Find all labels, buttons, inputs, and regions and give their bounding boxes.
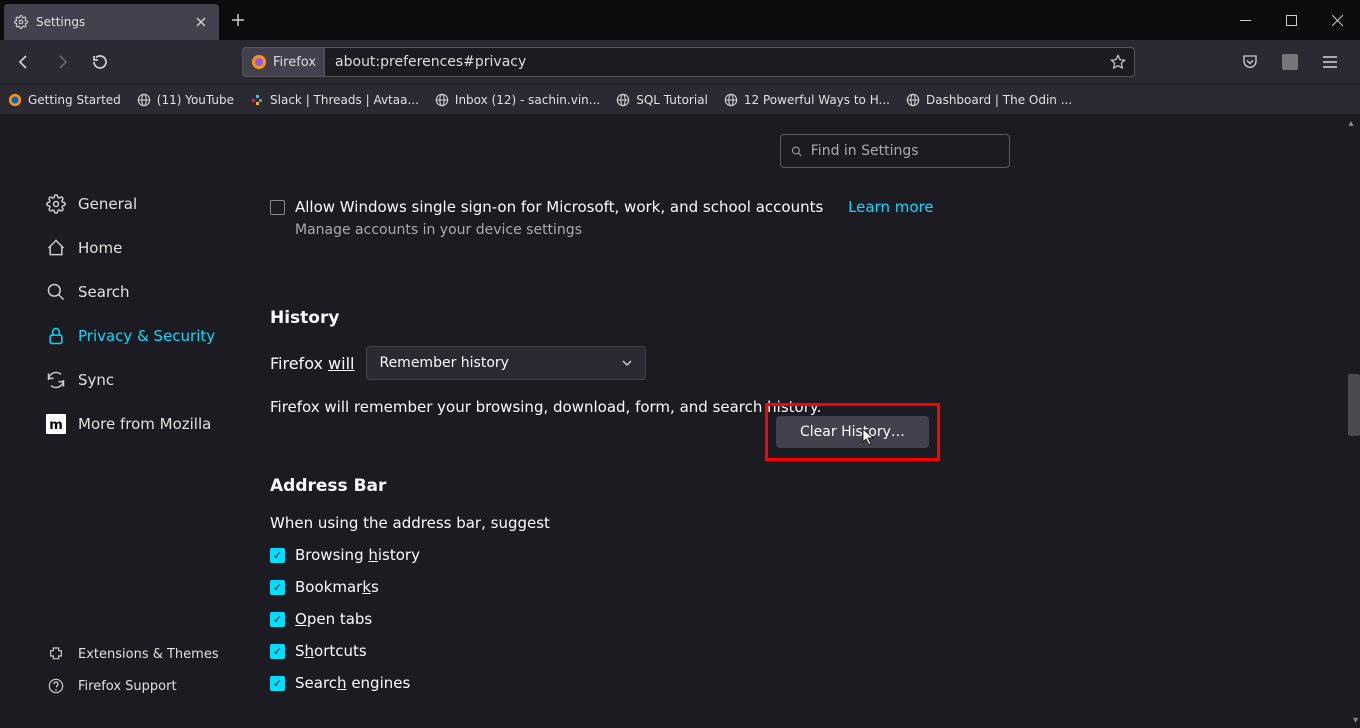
globe-icon (137, 93, 151, 107)
sidebar-item-label: Sync (78, 371, 114, 389)
sidebar-item-more[interactable]: m More from Mozilla (40, 404, 234, 444)
suggest-engines-checkbox[interactable] (270, 676, 285, 691)
gear-icon (46, 194, 66, 214)
sso-checkbox[interactable] (270, 200, 285, 215)
learn-more-link[interactable]: Learn more (848, 198, 934, 216)
history-mode-dropdown[interactable]: Remember history (366, 346, 646, 380)
minimize-button[interactable] (1222, 0, 1268, 40)
sidebar-item-label: More from Mozilla (78, 415, 211, 433)
mozilla-icon: m (46, 414, 66, 434)
settings-sidebar: General Home Search Privacy & Security S… (0, 114, 250, 728)
content: ▴ ▾ General Home Search Privacy & Securi… (0, 114, 1360, 728)
checkbox-label: Shortcuts (295, 642, 367, 660)
checkbox-label: Browsing history (295, 546, 420, 564)
help-icon (46, 676, 66, 696)
sidebar-item-home[interactable]: Home (40, 228, 234, 268)
sync-icon (46, 370, 66, 390)
url-text: about:preferences#privacy (335, 54, 526, 70)
close-window-button[interactable] (1314, 0, 1360, 40)
sidebar-extensions[interactable]: Extensions & Themes (40, 638, 234, 670)
highlight-annotation: Clear History… (765, 403, 940, 461)
suggest-history-checkbox[interactable] (270, 548, 285, 563)
browser-tab[interactable]: Settings (4, 4, 219, 40)
firefox-icon (8, 93, 22, 107)
reload-button[interactable] (84, 46, 116, 78)
settings-search-input[interactable] (811, 143, 999, 159)
menu-icon[interactable] (1316, 48, 1344, 76)
puzzle-icon (46, 644, 66, 664)
sidebar-item-label: Home (78, 239, 122, 257)
dropdown-value: Remember history (379, 355, 508, 371)
bookmark-item[interactable]: SQL Tutorial (616, 93, 708, 107)
identity-label: Firefox (273, 55, 316, 70)
sso-label: Allow Windows single sign-on for Microso… (295, 198, 823, 216)
sidebar-item-search[interactable]: Search (40, 272, 234, 312)
sidebar-item-label: General (78, 195, 137, 213)
globe-icon (724, 93, 738, 107)
bookmark-item[interactable]: 12 Powerful Ways to H... (724, 93, 890, 107)
close-tab-button[interactable] (193, 14, 209, 30)
globe-icon (616, 93, 630, 107)
sidebar-item-label: Privacy & Security (78, 327, 215, 345)
sidebar-item-label: Firefox Support (78, 679, 177, 694)
svg-text:m: m (49, 418, 63, 433)
lock-icon (46, 326, 66, 346)
history-description: Firefox will remember your browsing, dow… (270, 398, 821, 416)
sidebar-item-sync[interactable]: Sync (40, 360, 234, 400)
nav-toolbar: Firefox about:preferences#privacy (0, 40, 1360, 84)
window-controls (1222, 0, 1360, 40)
address-bar-subtext: When using the address bar, suggest (270, 514, 1340, 532)
bookmark-star-icon[interactable] (1110, 54, 1126, 70)
titlebar: Settings (0, 0, 1360, 40)
checkbox-label: Bookmarks (295, 578, 379, 596)
clear-history-button[interactable]: Clear History… (776, 416, 929, 448)
sidebar-item-label: Extensions & Themes (78, 647, 219, 662)
pocket-icon[interactable] (1236, 48, 1264, 76)
bookmark-item[interactable]: Inbox (12) - sachin.vin... (435, 93, 600, 107)
checkbox-label: Search engines (295, 674, 410, 692)
slack-icon (250, 93, 264, 107)
tab-title: Settings (36, 15, 185, 29)
globe-icon (435, 93, 449, 107)
bookmark-item[interactable]: Slack | Threads | Avtaa... (250, 93, 419, 107)
home-icon (46, 238, 66, 258)
address-bar-heading: Address Bar (270, 476, 1340, 496)
firefox-icon (251, 54, 267, 70)
sidebar-item-general[interactable]: General (40, 184, 234, 224)
sidebar-item-label: Search (78, 283, 130, 301)
chevron-down-icon (621, 357, 633, 369)
bookmark-item[interactable]: (11) YouTube (137, 93, 234, 107)
bookmarks-toolbar: Getting Started (11) YouTube Slack | Thr… (0, 84, 1360, 114)
search-icon (791, 145, 803, 158)
sidebar-item-privacy[interactable]: Privacy & Security (40, 316, 234, 356)
globe-icon (906, 93, 920, 107)
back-button[interactable] (8, 46, 40, 78)
gear-icon (14, 15, 28, 29)
history-heading: History (270, 308, 1340, 328)
settings-search[interactable] (780, 134, 1010, 168)
sidebar-support[interactable]: Firefox Support (40, 670, 234, 702)
history-prefix: Firefox will (270, 354, 354, 373)
search-icon (46, 282, 66, 302)
suggest-shortcuts-checkbox[interactable] (270, 644, 285, 659)
maximize-button[interactable] (1268, 0, 1314, 40)
checkbox-label: Open tabs (295, 610, 372, 628)
bookmark-item[interactable]: Getting Started (8, 93, 121, 107)
url-bar[interactable]: about:preferences#privacy (325, 47, 1135, 77)
account-icon[interactable] (1276, 48, 1304, 76)
forward-button[interactable] (46, 46, 78, 78)
suggest-bookmarks-checkbox[interactable] (270, 580, 285, 595)
bookmark-item[interactable]: Dashboard | The Odin ... (906, 93, 1072, 107)
settings-main: Allow Windows single sign-on for Microso… (250, 114, 1360, 728)
new-tab-button[interactable] (231, 13, 245, 27)
sso-subtext: Manage accounts in your device settings (295, 222, 1340, 238)
identity-box[interactable]: Firefox (242, 47, 325, 77)
suggest-opentabs-checkbox[interactable] (270, 612, 285, 627)
